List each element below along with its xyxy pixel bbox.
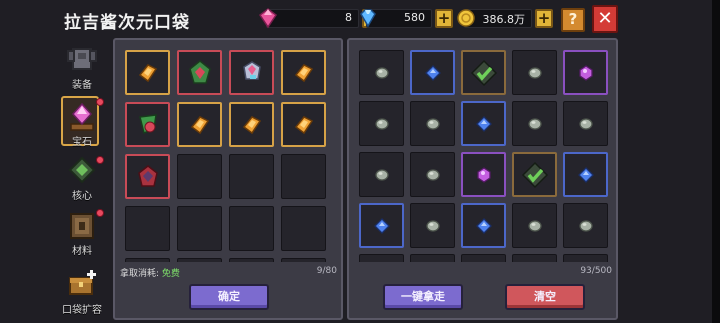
sidebar-item-material[interactable]: 材料 (60, 209, 104, 257)
item-slot[interactable] (461, 101, 506, 146)
selected-items-panel: 拿取消耗: 免费 9/80 确定 (113, 38, 343, 320)
sidebar-item-label: 材料 (72, 246, 92, 257)
item-slot[interactable] (125, 102, 170, 147)
item-slot[interactable] (410, 50, 455, 95)
sidebar-item-label: 核心 (72, 191, 92, 202)
pocket-items-grid (359, 50, 610, 262)
item-slot[interactable] (229, 50, 274, 95)
item-slot[interactable] (563, 152, 608, 197)
pocket-screen: 拉吉酱次元口袋 8 + 580 + 386.8万 + ? ✕ 装备 宝石 核心 … (0, 0, 720, 323)
item-slot[interactable] (512, 203, 557, 248)
screen-edge (712, 0, 720, 323)
item-slot[interactable] (512, 152, 557, 197)
gold-coin-value: 386.8万 (482, 13, 526, 26)
item-slot[interactable] (125, 50, 170, 95)
gold-coin-icon (457, 9, 475, 27)
clear-button[interactable]: 清空 (505, 284, 585, 310)
sidebar-item-equip[interactable]: 装备 (60, 45, 104, 91)
add-blue-diamond-button[interactable]: + (435, 9, 453, 28)
pocket-count: 93/500 (580, 266, 612, 276)
sidebar-item-label: 口袋扩容 (62, 305, 102, 316)
item-slot[interactable] (359, 101, 404, 146)
empty-slot (125, 206, 170, 251)
confirm-button[interactable]: 确定 (189, 284, 269, 310)
empty-slot (229, 154, 274, 199)
item-slot[interactable] (359, 50, 404, 95)
empty-slot (177, 154, 222, 199)
help-button[interactable]: ? (561, 8, 585, 32)
empty-slot (177, 258, 222, 262)
empty-slot (281, 206, 326, 251)
item-slot[interactable] (563, 50, 608, 95)
blue-diamond-icon (360, 9, 376, 28)
pink-gem-icon (258, 8, 278, 29)
item-slot[interactable] (461, 203, 506, 248)
chest-plus-icon (69, 270, 96, 295)
empty-slot (229, 258, 274, 262)
item-slot[interactable] (281, 50, 326, 95)
selected-items-grid (125, 50, 335, 262)
notification-badge (96, 209, 104, 217)
empty-slot (281, 154, 326, 199)
close-button[interactable]: ✕ (592, 5, 618, 33)
empty-slot (281, 258, 326, 262)
blue-diamond-counter: 580 + (360, 9, 453, 28)
page-title: 拉吉酱次元口袋 (64, 13, 190, 33)
notification-badge (96, 98, 104, 106)
gem-altar-icon (70, 102, 94, 131)
sidebar-item-label: 装备 (72, 80, 92, 91)
add-gold-coin-button[interactable]: + (535, 9, 553, 28)
item-slot[interactable] (410, 152, 455, 197)
empty-slot (563, 254, 608, 262)
item-slot[interactable] (563, 101, 608, 146)
item-slot[interactable] (177, 102, 222, 147)
empty-slot (229, 206, 274, 251)
sidebar-item-label: 宝石 (72, 137, 92, 148)
notification-badge (96, 156, 104, 164)
empty-slot (410, 254, 455, 262)
item-slot[interactable] (563, 203, 608, 248)
pink-gem-counter: 8 + (258, 8, 380, 29)
sidebar-item-expand[interactable]: 口袋扩容 (60, 268, 104, 316)
core-chip-icon (68, 156, 96, 184)
pink-gem-value: 8 (345, 11, 352, 24)
sidebar-item-core[interactable]: 核心 (60, 156, 104, 202)
selected-count: 9/80 (316, 266, 337, 276)
item-slot[interactable] (461, 50, 506, 95)
take-cost-label: 拿取消耗: 免费 (120, 269, 180, 279)
material-book-icon (70, 213, 94, 239)
take-cost-value: 免费 (161, 269, 180, 279)
item-slot[interactable] (229, 102, 274, 147)
empty-slot (125, 258, 170, 262)
item-slot[interactable] (359, 203, 404, 248)
item-slot[interactable] (410, 101, 455, 146)
item-slot[interactable] (359, 152, 404, 197)
item-slot[interactable] (125, 154, 170, 199)
gold-coin-counter: 386.8万 + (457, 9, 553, 28)
blue-diamond-value: 580 (404, 11, 425, 24)
item-slot[interactable] (461, 152, 506, 197)
empty-slot (177, 206, 222, 251)
item-slot[interactable] (410, 203, 455, 248)
sidebar-item-gem[interactable]: 宝石 (60, 96, 104, 148)
empty-slot (512, 254, 557, 262)
item-slot[interactable] (512, 101, 557, 146)
take-all-button[interactable]: 一键拿走 (383, 284, 463, 310)
empty-slot (461, 254, 506, 262)
item-slot[interactable] (512, 50, 557, 95)
armor-icon (67, 48, 97, 70)
empty-slot (359, 254, 404, 262)
item-slot[interactable] (177, 50, 222, 95)
item-slot[interactable] (281, 102, 326, 147)
pocket-items-panel: 93/500 一键拿走 清空 (347, 38, 618, 320)
